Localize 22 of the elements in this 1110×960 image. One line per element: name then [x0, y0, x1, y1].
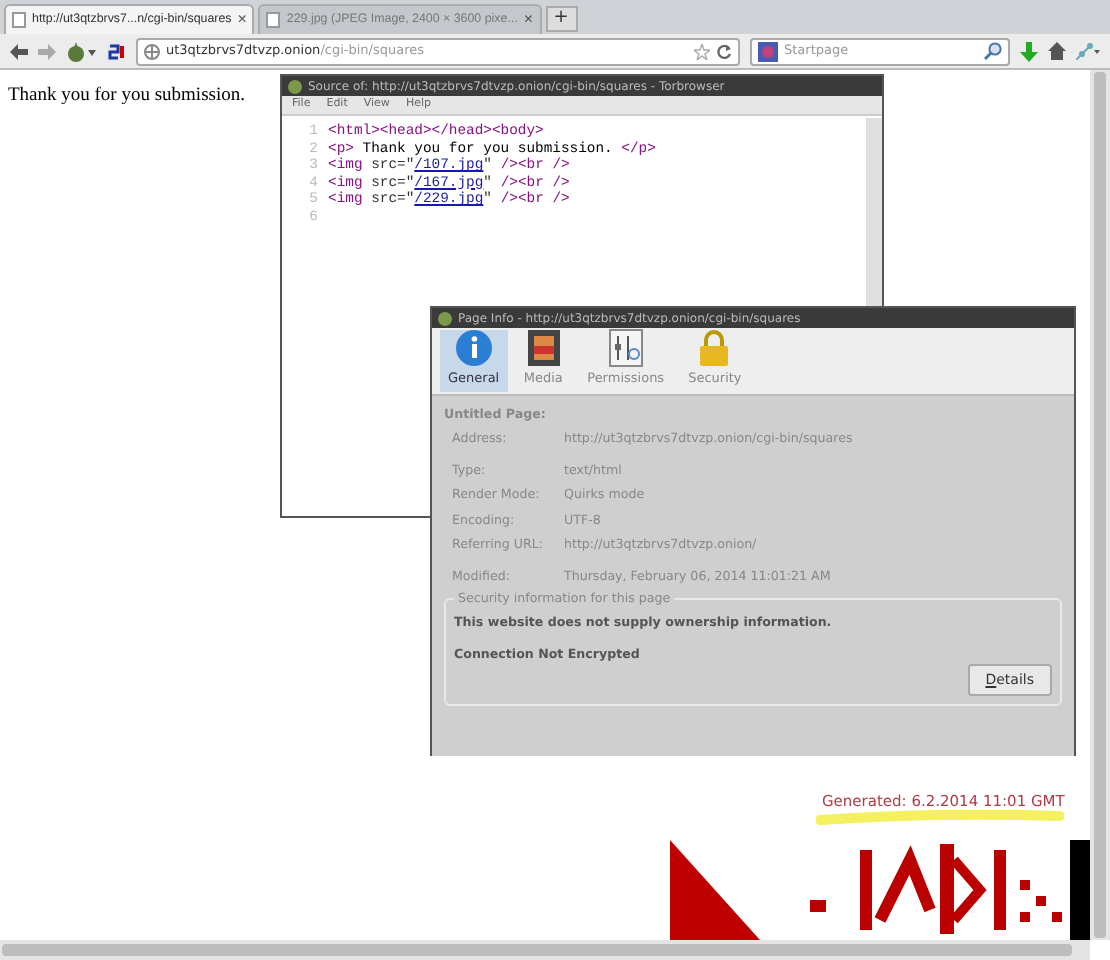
new-tab-button[interactable]: + — [545, 6, 577, 32]
info-icon — [453, 328, 494, 369]
download-icon[interactable] — [1020, 41, 1038, 61]
network-icon[interactable] — [1076, 42, 1100, 60]
onion-icon[interactable] — [66, 41, 96, 61]
reload-icon[interactable] — [716, 43, 732, 59]
globe-icon — [144, 43, 160, 59]
close-icon[interactable]: × — [523, 8, 533, 32]
star-icon[interactable] — [694, 43, 710, 59]
page-icon — [12, 12, 26, 28]
back-icon[interactable] — [10, 43, 28, 59]
page-icon — [266, 12, 281, 28]
search-engine-icon[interactable] — [758, 41, 778, 61]
body-text: Thank you for you submission. — [8, 84, 245, 110]
shield-icon[interactable] — [106, 41, 126, 61]
app-icon — [438, 311, 452, 325]
search-icon[interactable] — [984, 42, 1002, 60]
home-icon[interactable] — [1048, 42, 1066, 60]
vertical-scrollbar[interactable] — [1090, 70, 1110, 940]
horizontal-scrollbar[interactable] — [0, 940, 1090, 960]
app-icon — [288, 79, 302, 93]
close-icon[interactable]: × — [237, 8, 247, 32]
